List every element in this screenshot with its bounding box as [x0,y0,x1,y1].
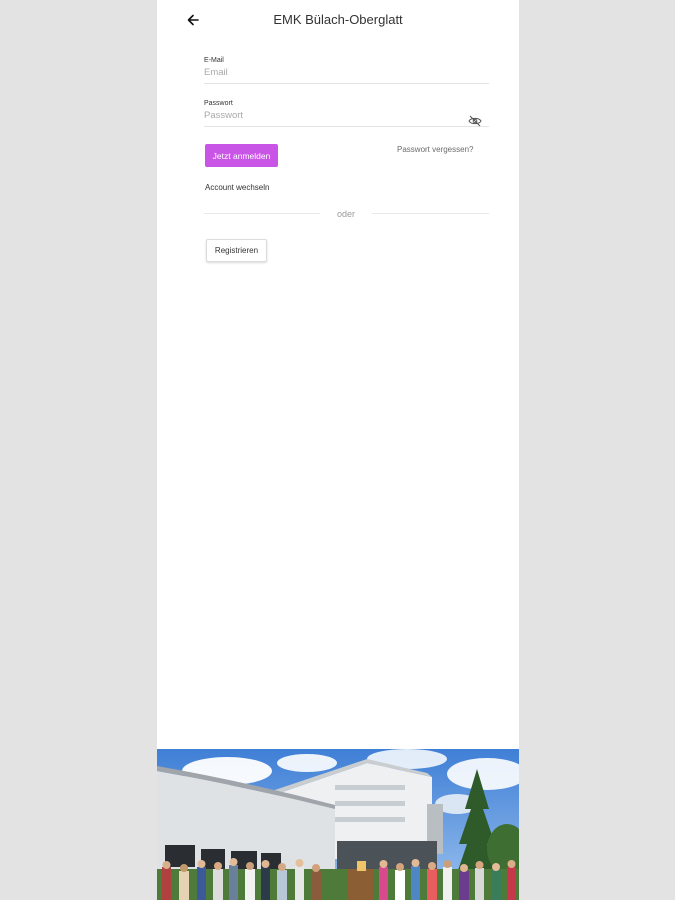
switch-account-link[interactable]: Account wechseln [205,183,269,192]
page-title: EMK Bülach-Oberglatt [273,12,403,27]
email-input[interactable] [204,64,489,84]
email-field-group: E-Mail [204,57,489,84]
password-input[interactable] [204,107,489,127]
email-label: E-Mail [204,57,224,64]
divider-line-left [204,213,320,214]
eye-off-icon[interactable] [468,115,482,127]
app-header: EMK Bülach-Oberglatt [157,0,519,40]
password-field-group: Passwort [204,100,489,127]
register-button[interactable]: Registrieren [206,239,267,262]
app-screen: EMK Bülach-Oberglatt E-Mail Passwort Jet… [157,0,519,900]
login-button[interactable]: Jetzt anmelden [205,144,278,167]
forgot-password-link[interactable]: Passwort vergessen? [397,145,473,154]
password-label: Passwort [204,100,233,107]
divider-line-right [372,213,489,214]
divider-text: oder [336,209,355,219]
church-building-photo [157,749,519,900]
